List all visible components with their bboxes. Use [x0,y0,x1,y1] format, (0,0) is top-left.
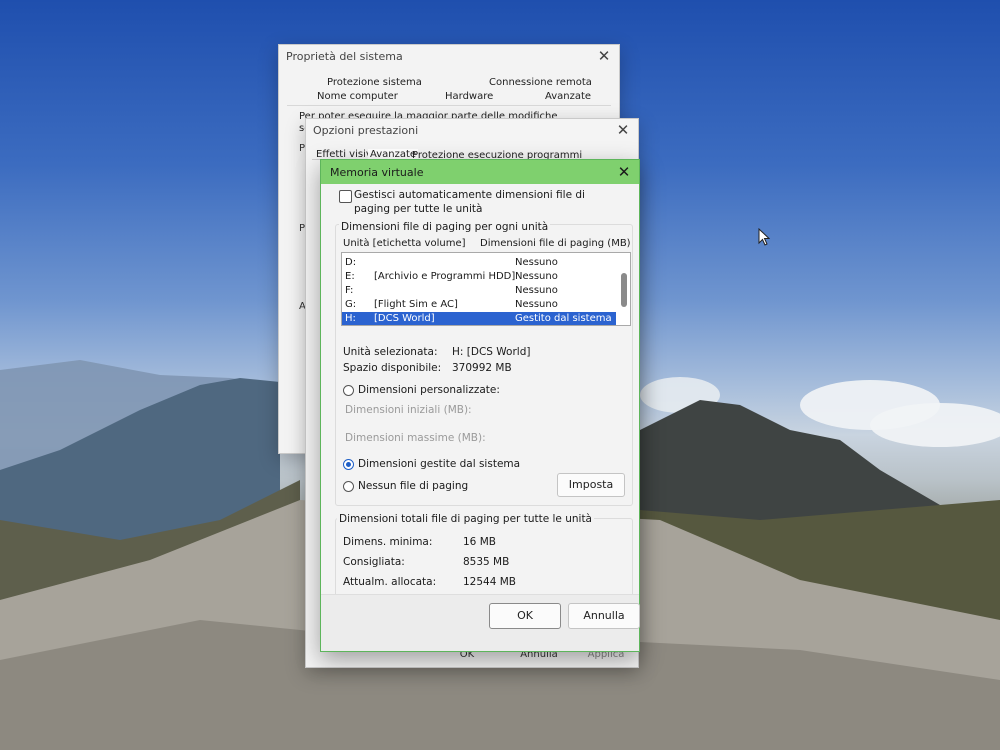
recommended-label: Consigliata: [343,556,405,568]
auto-manage-label[interactable]: Gestisci automaticamente dimensioni file… [354,188,614,216]
drive-paging-size: Nessuno [515,271,558,282]
column-header-drive[interactable]: Unità [etichetta volume] [343,238,466,249]
drive-letter: D: [345,257,357,268]
free-space-value: 370992 MB [452,362,512,374]
system-properties-title-bar[interactable]: Proprietà del sistema ✕ [279,45,619,69]
drive-row-e[interactable]: E: [Archivio e Programmi HDD] Nessuno [342,270,616,284]
dialog-footer: OK Annulla [321,594,640,651]
drives-listbox[interactable]: D: Nessuno E: [Archivio e Programmi HDD]… [341,252,631,326]
column-header-size[interactable]: Dimensioni file di paging (MB) [480,238,631,249]
virtual-memory-title: Memoria virtuale [330,166,424,179]
drive-row-f[interactable]: F: Nessuno [342,284,616,298]
system-managed-radio[interactable] [343,459,354,470]
allocated-value: 12544 MB [463,576,517,588]
performance-options-title-bar[interactable]: Opzioni prestazioni ✕ [306,119,638,143]
no-paging-radio[interactable] [343,481,354,492]
tab-connessione-remota[interactable]: Connessione remota [489,77,592,88]
close-icon[interactable]: ✕ [614,121,632,139]
drive-row-h[interactable]: H: [DCS World] Gestito dal sistema [342,312,616,325]
free-space-label: Spazio disponibile: [343,362,442,374]
drive-letter: F: [345,285,354,296]
mouse-pointer-icon [758,228,770,246]
auto-manage-checkbox[interactable] [339,190,352,203]
min-size-value: 16 MB [463,536,496,548]
no-paging-label[interactable]: Nessun file di paging [358,480,468,492]
drive-paging-size: Nessuno [515,257,558,268]
max-size-label: Dimensioni massime (MB): [345,432,486,444]
set-button[interactable]: Imposta [557,473,625,497]
drive-paging-size: Nessuno [515,299,558,310]
drive-paging-size: Gestito dal sistema [515,313,612,324]
drive-paging-size: Nessuno [515,285,558,296]
selected-drive-value: H: [DCS World] [452,346,531,358]
drive-row-d[interactable]: D: Nessuno [342,256,616,270]
allocated-label: Attualm. allocata: [343,576,437,588]
drive-letter: E: [345,271,355,282]
ok-button[interactable]: OK [489,603,561,629]
virtual-memory-title-bar[interactable]: Memoria virtuale ✕ [321,160,639,184]
custom-size-radio[interactable] [343,385,354,396]
custom-size-label[interactable]: Dimensioni personalizzate: [358,384,500,396]
system-properties-tabs: Protezione sistema Connessione remota No… [287,75,611,106]
close-icon[interactable]: ✕ [595,47,613,65]
min-size-label: Dimens. minima: [343,536,433,548]
close-icon[interactable]: ✕ [615,163,633,181]
drive-row-g[interactable]: G: [Flight Sim e AC] Nessuno [342,298,616,312]
initial-size-label: Dimensioni iniziali (MB): [345,404,472,416]
paging-per-drive-title: Dimensioni file di paging per ogni unità [339,221,551,233]
tab-hardware[interactable]: Hardware [445,91,493,102]
drive-label: [Archivio e Programmi HDD] [374,271,516,282]
drive-letter: H: [345,313,356,324]
recommended-value: 8535 MB [463,556,510,568]
tab-nome-computer[interactable]: Nome computer [317,91,398,102]
tab-avanzate[interactable]: Avanzate [545,91,591,102]
drive-label: [Flight Sim e AC] [374,299,458,310]
totals-title: Dimensioni totali file di paging per tut… [337,513,594,525]
drive-label: [DCS World] [374,313,435,324]
system-managed-label[interactable]: Dimensioni gestite dal sistema [358,458,520,470]
selected-drive-label: Unità selezionata: [343,346,438,358]
tab-protezione-sistema[interactable]: Protezione sistema [327,77,422,88]
performance-options-title: Opzioni prestazioni [313,124,419,137]
listbox-scrollbar[interactable] [621,273,627,307]
cancel-button[interactable]: Annulla [568,603,640,629]
system-properties-title: Proprietà del sistema [286,50,403,63]
virtual-memory-dialog: Memoria virtuale ✕ Gestisci automaticame… [320,159,640,652]
drive-letter: G: [345,299,357,310]
